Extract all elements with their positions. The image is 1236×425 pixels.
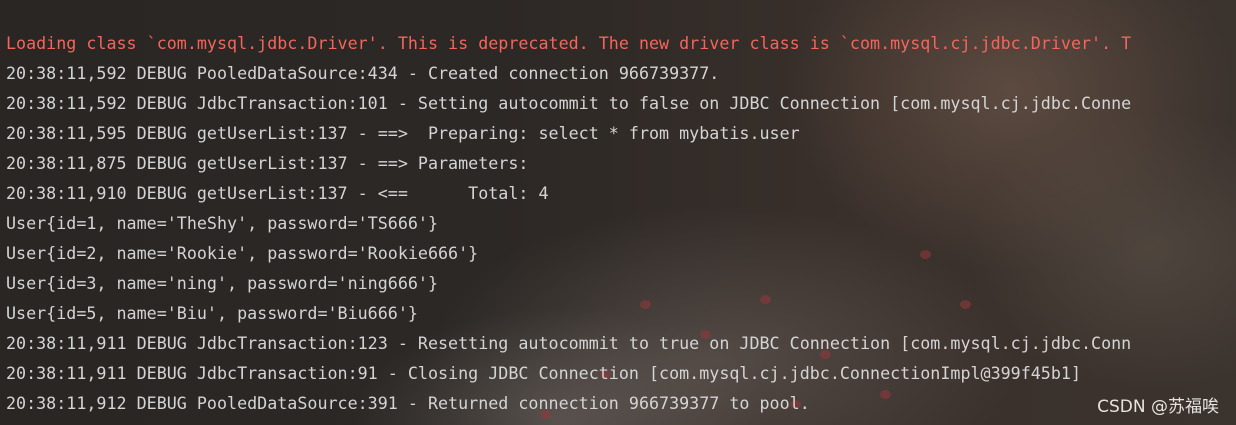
console-line: User{id=5, name='Biu', password='Biu666'… xyxy=(6,303,418,323)
console-line: 20:38:11,911 DEBUG JdbcTransaction:123 -… xyxy=(6,333,1132,353)
console-line: 20:38:11,592 DEBUG JdbcTransaction:101 -… xyxy=(6,93,1132,113)
console-output[interactable]: Loading class `com.mysql.jdbc.Driver'. T… xyxy=(0,8,1236,418)
console-line: 20:38:11,875 DEBUG getUserList:137 - ==>… xyxy=(6,153,539,173)
console-warning-line: Loading class `com.mysql.jdbc.Driver'. T… xyxy=(6,33,1132,53)
console-line: 20:38:11,910 DEBUG getUserList:137 - <==… xyxy=(6,183,549,203)
console-line: User{id=1, name='TheShy', password='TS66… xyxy=(6,213,439,233)
console-line: User{id=2, name='Rookie', password='Rook… xyxy=(6,243,479,263)
watermark: CSDN @苏福唉 xyxy=(1097,397,1219,417)
console-line: 20:38:11,592 DEBUG PooledDataSource:434 … xyxy=(6,63,720,83)
console-line: User{id=3, name='ning', password='ning66… xyxy=(6,273,439,293)
console-line: 20:38:11,912 DEBUG PooledDataSource:391 … xyxy=(6,393,810,413)
console-line: 20:38:11,911 DEBUG JdbcTransaction:91 - … xyxy=(6,363,1081,383)
console-line: 20:38:11,595 DEBUG getUserList:137 - ==>… xyxy=(6,123,800,143)
